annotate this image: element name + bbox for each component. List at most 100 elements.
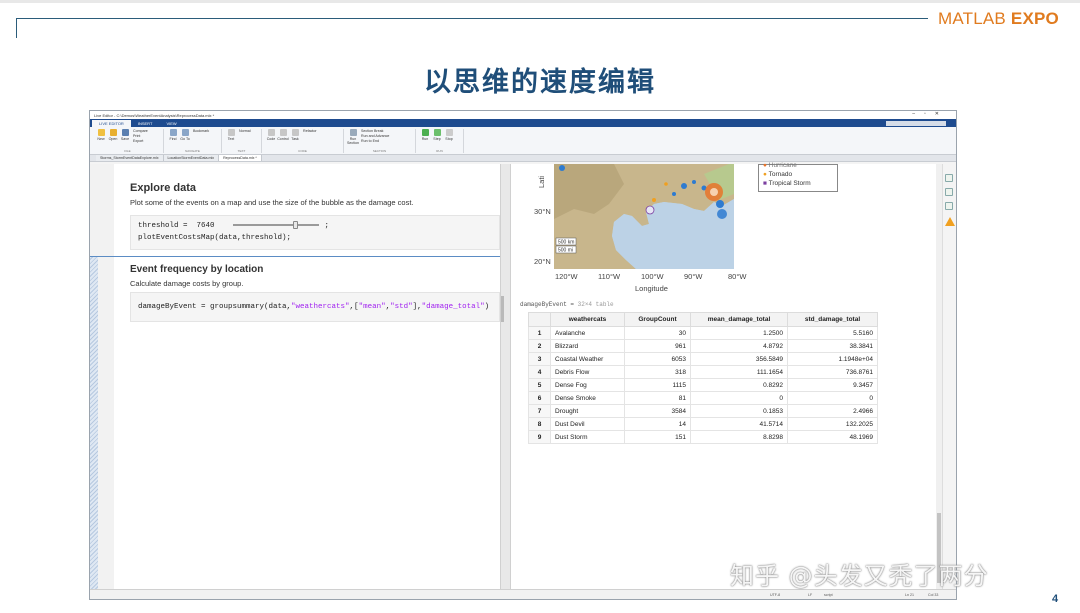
header-rule-tick: [16, 18, 17, 38]
tab-view[interactable]: VIEW: [159, 120, 183, 127]
table-row: 6 Dense Smoke 81 0 0: [528, 391, 878, 405]
output-right-icon[interactable]: [945, 188, 953, 196]
threshold-slider[interactable]: [232, 221, 319, 230]
open-button[interactable]: Open: [107, 129, 119, 144]
map-plot[interactable]: 500 km 500 mi: [554, 164, 734, 269]
file-tab-explore[interactable]: Storms_StormEventDataExplore.mlx: [96, 155, 164, 161]
tab-insert[interactable]: INSERT: [131, 120, 160, 127]
window-controls[interactable]: –▫✕: [912, 111, 948, 117]
slider-knob[interactable]: [292, 221, 298, 230]
new-button[interactable]: New: [95, 129, 107, 144]
file-tab-location[interactable]: LocationStormEventData.mlx: [163, 155, 220, 161]
scale-mi: 500 mi: [558, 248, 573, 254]
section-marker: [90, 256, 98, 589]
run-button[interactable]: Run: [419, 129, 431, 141]
longitude-label: Longitude: [635, 284, 668, 293]
window-title: Live Editor - C:\Demos\WeatherEventAnaly…: [94, 112, 215, 118]
code-string-weathercats: "weathercats": [291, 303, 350, 311]
group-label-section: SECTION: [372, 149, 387, 153]
step-button[interactable]: Step: [431, 129, 443, 141]
export-button[interactable]: Export: [131, 139, 150, 144]
bookmark-button[interactable]: Bookmark: [191, 129, 211, 141]
groupsummary-code-block[interactable]: damageByEvent = groupsummary(data,"weath…: [130, 292, 500, 322]
ribbon-group-file: New Open Save Compare Print Export FILE: [92, 129, 164, 153]
table-row: 8 Dust Devil 14 41.5714 132.2025: [528, 417, 878, 431]
status-encoding: UTF-8: [770, 593, 781, 597]
column-header[interactable]: mean_damage_total: [690, 312, 788, 327]
column-header[interactable]: std_damage_total: [787, 312, 878, 327]
code-icon: [267, 129, 275, 136]
output-inline-icon[interactable]: [945, 174, 953, 182]
style-dropdown[interactable]: Normal: [237, 129, 253, 141]
status-line: Ln 21: [905, 593, 914, 597]
code-string-damage: "damage_total": [421, 303, 485, 311]
event-bubble: [692, 180, 696, 184]
hurricane-core: [710, 188, 718, 196]
event-bubble: [717, 209, 727, 219]
new-icon: [97, 129, 105, 136]
top-border: [0, 0, 1080, 3]
event-bubble: [645, 205, 655, 215]
tab-live-editor[interactable]: LIVE EDITOR: [92, 120, 131, 127]
live-editor-window: Live Editor - C:\Demos\WeatherEventAnaly…: [89, 110, 957, 600]
hide-code-icon[interactable]: [945, 202, 953, 210]
pane-divider[interactable]: [500, 164, 511, 589]
watermark: 知乎 @头发又秃了两分: [730, 562, 989, 590]
table-header-row: weathercats GroupCount mean_damage_total…: [528, 312, 878, 327]
goto-button[interactable]: Go To: [179, 129, 191, 141]
ribbon-group-section: Run Section Section Break Run and Advanc…: [344, 129, 416, 153]
code-string-mean: "mean": [358, 303, 386, 311]
code-bracket: ,[: [349, 303, 359, 311]
live-script-editor: Explore data Plot some of the events on …: [90, 162, 956, 589]
legend-tropical-storm: ■ Tropical Storm: [763, 180, 811, 187]
table-row: 9 Dust Storm 151 8.8298 48.1969: [528, 430, 878, 444]
ribbon-toolbar: New Open Save Compare Print Export FILE …: [90, 127, 956, 155]
lon-label-100: 100°W: [641, 272, 664, 281]
file-small-buttons: Compare Print Export: [131, 129, 150, 144]
file-tab-reprocess[interactable]: ReprocessData.mlx *: [219, 155, 262, 161]
group-label-navigate: NAVIGATE: [185, 149, 200, 153]
page-number: 4: [1052, 593, 1059, 605]
warning-icon[interactable]: [945, 217, 955, 226]
threshold-var: threshold =: [138, 222, 188, 230]
ribbon-group-navigate: Find Go To Bookmark NAVIGATE: [164, 129, 222, 153]
frequency-heading: Event frequency by location: [130, 264, 264, 275]
code-scrollbar-thumb[interactable]: [501, 296, 504, 322]
legend-hurricane: ● Hurricane: [763, 162, 797, 169]
lon-label-110: 110°W: [598, 272, 621, 281]
code-button[interactable]: Code: [265, 129, 277, 141]
stop-icon: [445, 129, 453, 136]
task-icon: [291, 129, 299, 136]
semicolon: ;: [324, 222, 330, 230]
damage-table[interactable]: weathercats GroupCount mean_damage_total…: [528, 312, 878, 444]
table-row: 3 Coastal Weather 6053 356.5849 1.1948e+04: [528, 352, 878, 366]
group-label-file: FILE: [124, 149, 131, 153]
table-row: 4 Debris Flow 318 111.1654 736.8761: [528, 365, 878, 379]
run-to-end-button[interactable]: Run to End: [359, 139, 391, 144]
run-section-button[interactable]: Run Section: [347, 129, 359, 145]
control-button[interactable]: Control: [277, 129, 289, 141]
save-button[interactable]: Save: [119, 129, 131, 144]
run-icon: [421, 129, 429, 136]
header-rule: [16, 18, 928, 19]
column-header[interactable]: weathercats: [550, 312, 625, 327]
find-button[interactable]: Find: [167, 129, 179, 141]
code-prefix: damageByEvent = groupsummary(data,: [138, 303, 292, 311]
plot-call-line: plotEventCostsMap(data,threshold);: [138, 234, 292, 242]
task-button[interactable]: Task: [289, 129, 301, 141]
event-bubble: [681, 183, 687, 189]
index-header: [528, 312, 551, 327]
event-bubble: [672, 192, 676, 196]
column-header[interactable]: GroupCount: [624, 312, 691, 327]
right-toolstrip: [942, 164, 956, 589]
text-button[interactable]: Text: [225, 129, 237, 141]
slide-title: 以思维的速度编辑: [424, 67, 656, 98]
explore-code-block[interactable]: threshold = 7640; plotEventCostsMap(data…: [130, 215, 500, 250]
refactor-button[interactable]: Refactor: [301, 129, 319, 141]
frequency-description: Calculate damage costs by group.: [130, 279, 244, 288]
step-icon: [433, 129, 441, 136]
stop-button[interactable]: Stop: [443, 129, 455, 141]
explore-heading: Explore data: [130, 182, 197, 194]
text-icon: [227, 129, 235, 136]
search-input[interactable]: [886, 121, 946, 126]
